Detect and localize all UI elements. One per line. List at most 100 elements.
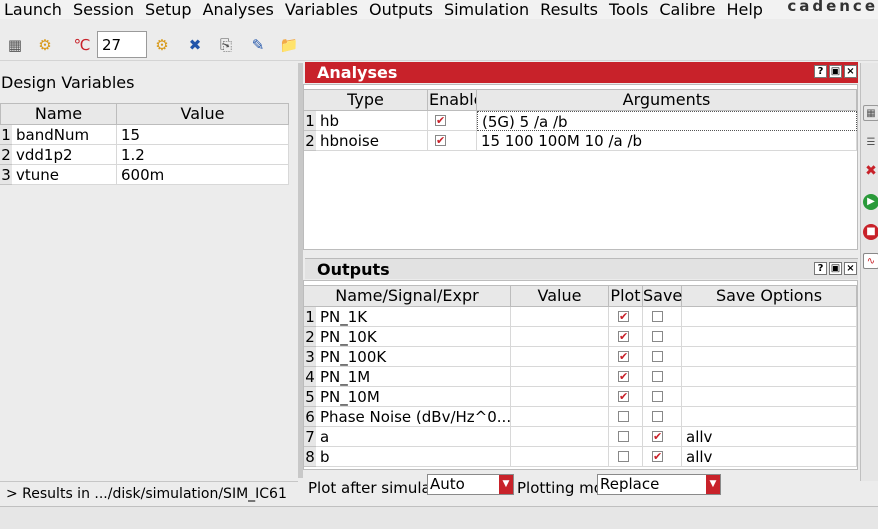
menu-outputs[interactable]: Outputs — [365, 0, 437, 19]
menu-analyses[interactable]: Analyses — [199, 0, 278, 19]
edit-analysis-icon[interactable]: ▦ — [863, 105, 878, 121]
output-name[interactable]: PN_1M — [316, 367, 511, 387]
plot-cell[interactable]: ✔ — [609, 367, 643, 387]
menu-setup[interactable]: Setup — [141, 0, 196, 19]
col-header-plot[interactable]: Plot — [609, 285, 643, 307]
help-icon[interactable]: ? — [814, 65, 827, 78]
col-header-arguments[interactable]: Arguments — [477, 89, 857, 111]
analysis-type[interactable]: hb — [316, 111, 428, 131]
plot-checkbox[interactable]: ✔ — [618, 391, 629, 402]
col-header-value[interactable]: Value — [117, 103, 289, 125]
save-cell[interactable] — [643, 407, 682, 427]
save-cell[interactable] — [643, 347, 682, 367]
stop-icon[interactable]: ■ — [863, 224, 878, 240]
row-number[interactable]: 2 — [304, 131, 316, 151]
analysis-arguments[interactable]: (5G) 5 /a /b — [477, 111, 857, 131]
analysis-type[interactable]: hbnoise — [316, 131, 428, 151]
output-name[interactable]: PN_100K — [316, 347, 511, 367]
thermometer-icon[interactable]: ℃ — [72, 35, 92, 55]
save-cell[interactable] — [643, 327, 682, 347]
row-number[interactable]: 7 — [304, 427, 316, 447]
settings-icon[interactable]: ⚙ — [152, 35, 172, 55]
menu-variables[interactable]: Variables — [281, 0, 362, 19]
menu-simulation[interactable]: Simulation — [440, 0, 533, 19]
menu-launch[interactable]: Launch — [0, 0, 66, 19]
output-name[interactable]: PN_10K — [316, 327, 511, 347]
temperature-input[interactable] — [97, 31, 147, 58]
close-icon[interactable]: × — [844, 262, 857, 275]
plot-checkbox[interactable] — [618, 431, 629, 442]
help-icon[interactable]: ? — [814, 262, 827, 275]
enable-checkbox[interactable]: ✔ — [435, 115, 446, 126]
save-checkbox[interactable]: ✔ — [652, 431, 663, 442]
save-options[interactable] — [682, 347, 857, 367]
plotting-mode-select[interactable]: Replace ▼ — [597, 474, 721, 495]
row-number[interactable]: 3 — [0, 165, 12, 185]
plot-cell[interactable]: ✔ — [609, 387, 643, 407]
row-number[interactable]: 6 — [304, 407, 316, 427]
variable-value[interactable]: 600m — [117, 165, 289, 185]
save-options[interactable] — [682, 407, 857, 427]
plot-checkbox[interactable]: ✔ — [618, 371, 629, 382]
col-header-save[interactable]: Save — [643, 285, 682, 307]
save-cell[interactable]: ✔ — [643, 447, 682, 467]
menu-help[interactable]: Help — [722, 0, 766, 19]
row-number[interactable]: 5 — [304, 387, 316, 407]
clipboard-icon[interactable]: ⎘ — [216, 35, 236, 55]
menu-results[interactable]: Results — [536, 0, 602, 19]
plot-cell[interactable] — [609, 427, 643, 447]
enable-cell[interactable]: ✔ — [428, 131, 477, 151]
save-options[interactable] — [682, 327, 857, 347]
row-number[interactable]: 1 — [304, 111, 316, 131]
plot-checkbox[interactable]: ✔ — [618, 311, 629, 322]
analysis-arguments[interactable]: 15 100 100M 10 /a /b — [477, 131, 857, 151]
output-value[interactable] — [511, 387, 609, 407]
netlist-icon[interactable]: ✖ — [185, 35, 205, 55]
save-checkbox[interactable] — [652, 371, 663, 382]
plot-cell[interactable] — [609, 447, 643, 467]
folder-icon[interactable]: 📁 — [279, 35, 299, 55]
save-options[interactable]: allv — [682, 447, 857, 467]
save-options[interactable] — [682, 307, 857, 327]
save-checkbox[interactable] — [652, 331, 663, 342]
variable-name[interactable]: bandNum — [12, 125, 117, 145]
enable-cell[interactable]: ✔ — [428, 111, 477, 131]
row-number[interactable]: 2 — [0, 145, 12, 165]
save-checkbox[interactable] — [652, 311, 663, 322]
variable-value[interactable]: 1.2 — [117, 145, 289, 165]
save-checkbox[interactable]: ✔ — [652, 451, 663, 462]
save-checkbox[interactable] — [652, 351, 663, 362]
output-value[interactable] — [511, 447, 609, 467]
run-icon[interactable]: ▶ — [863, 194, 878, 210]
plot-cell[interactable] — [609, 407, 643, 427]
enable-checkbox[interactable]: ✔ — [435, 135, 446, 146]
close-icon[interactable]: × — [844, 65, 857, 78]
save-options[interactable]: allv — [682, 427, 857, 447]
tree-icon[interactable]: ☰ — [863, 135, 878, 151]
output-name[interactable]: PN_10M — [316, 387, 511, 407]
save-checkbox[interactable] — [652, 411, 663, 422]
row-number[interactable]: 1 — [0, 125, 12, 145]
output-value[interactable] — [511, 327, 609, 347]
output-name[interactable]: PN_1K — [316, 307, 511, 327]
col-header-enable[interactable]: Enable — [428, 89, 477, 111]
output-value[interactable] — [511, 407, 609, 427]
delete-icon[interactable]: ✖ — [863, 163, 878, 179]
save-cell[interactable] — [643, 367, 682, 387]
plot-checkbox[interactable] — [618, 411, 629, 422]
col-header-type[interactable]: Type — [304, 89, 428, 111]
plot-cell[interactable]: ✔ — [609, 347, 643, 367]
output-name[interactable]: b — [316, 447, 511, 467]
plot-checkbox[interactable] — [618, 451, 629, 462]
menu-calibre[interactable]: Calibre — [655, 0, 719, 19]
col-header-name-signal-expr[interactable]: Name/Signal/Expr — [304, 285, 511, 307]
variable-value[interactable]: 15 — [117, 125, 289, 145]
save-options[interactable] — [682, 387, 857, 407]
row-number[interactable]: 4 — [304, 367, 316, 387]
output-value[interactable] — [511, 307, 609, 327]
float-icon[interactable]: ▣ — [829, 65, 842, 78]
plot-after-select[interactable]: Auto ▼ — [427, 474, 514, 495]
save-cell[interactable]: ✔ — [643, 427, 682, 447]
plot-checkbox[interactable]: ✔ — [618, 331, 629, 342]
menu-tools[interactable]: Tools — [605, 0, 652, 19]
